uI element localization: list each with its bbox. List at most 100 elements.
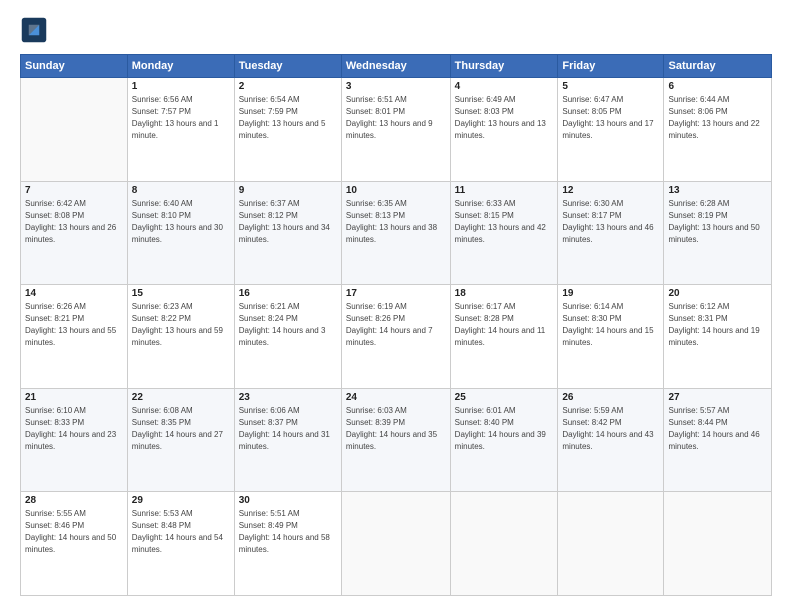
day-number: 23: [239, 392, 337, 403]
weekday-header-row: SundayMondayTuesdayWednesdayThursdayFrid…: [21, 55, 772, 78]
page: SundayMondayTuesdayWednesdayThursdayFrid…: [0, 0, 792, 612]
day-number: 19: [562, 288, 659, 299]
day-info: Sunrise: 6:01 AMSunset: 8:40 PMDaylight:…: [455, 405, 554, 453]
day-number: 5: [562, 81, 659, 92]
day-info: Sunrise: 6:03 AMSunset: 8:39 PMDaylight:…: [346, 405, 446, 453]
day-info: Sunrise: 6:44 AMSunset: 8:06 PMDaylight:…: [668, 94, 767, 142]
day-info: Sunrise: 6:17 AMSunset: 8:28 PMDaylight:…: [455, 301, 554, 349]
day-cell: 26 Sunrise: 5:59 AMSunset: 8:42 PMDayligh…: [558, 388, 664, 492]
day-number: 2: [239, 81, 337, 92]
weekday-header-thursday: Thursday: [450, 55, 558, 78]
day-info: Sunrise: 6:26 AMSunset: 8:21 PMDaylight:…: [25, 301, 123, 349]
day-info: Sunrise: 6:30 AMSunset: 8:17 PMDaylight:…: [562, 198, 659, 246]
day-cell: 24 Sunrise: 6:03 AMSunset: 8:39 PMDayligh…: [341, 388, 450, 492]
week-row-1: 1 Sunrise: 6:56 AMSunset: 7:57 PMDaylight…: [21, 78, 772, 182]
day-cell: 4Sunrise: 6:49 AMSunset: 8:03 PMDaylight…: [450, 78, 558, 182]
day-info: Sunrise: 5:59 AMSunset: 8:42 PMDaylight:…: [562, 405, 659, 453]
day-cell: 6 Sunrise: 6:44 AMSunset: 8:06 PMDaylight…: [664, 78, 772, 182]
day-number: 4: [455, 81, 554, 92]
day-number: 8: [132, 185, 230, 196]
day-info: Sunrise: 6:33 AMSunset: 8:15 PMDaylight:…: [455, 198, 554, 246]
day-info: Sunrise: 6:14 AMSunset: 8:30 PMDaylight:…: [562, 301, 659, 349]
weekday-header-sunday: Sunday: [21, 55, 128, 78]
day-cell: 29 Sunrise: 5:53 AMSunset: 8:48 PMDayligh…: [127, 492, 234, 596]
day-info: Sunrise: 6:35 AMSunset: 8:13 PMDaylight:…: [346, 198, 446, 246]
day-cell: 13Sunrise: 6:28 AMSunset: 8:19 PMDayligh…: [664, 181, 772, 285]
day-number: 12: [562, 185, 659, 196]
day-info: Sunrise: 6:40 AMSunset: 8:10 PMDaylight:…: [132, 198, 230, 246]
day-cell: 15 Sunrise: 6:23 AMSunset: 8:22 PMDayligh…: [127, 285, 234, 389]
weekday-header-tuesday: Tuesday: [234, 55, 341, 78]
day-cell: 2 Sunrise: 6:54 AMSunset: 7:59 PMDaylight…: [234, 78, 341, 182]
day-info: Sunrise: 6:56 AMSunset: 7:57 PMDaylight:…: [132, 94, 230, 142]
day-cell: 8 Sunrise: 6:40 AMSunset: 8:10 PMDaylight…: [127, 181, 234, 285]
day-cell: 18 Sunrise: 6:17 AMSunset: 8:28 PMDayligh…: [450, 285, 558, 389]
day-cell: 10Sunrise: 6:35 AMSunset: 8:13 PMDayligh…: [341, 181, 450, 285]
day-info: Sunrise: 5:53 AMSunset: 8:48 PMDaylight:…: [132, 508, 230, 556]
day-cell: 21 Sunrise: 6:10 AMSunset: 8:33 PMDayligh…: [21, 388, 128, 492]
day-number: 26: [562, 392, 659, 403]
day-number: 13: [668, 185, 767, 196]
day-number: 9: [239, 185, 337, 196]
day-cell: [664, 492, 772, 596]
day-number: 22: [132, 392, 230, 403]
day-cell: [558, 492, 664, 596]
day-number: 20: [668, 288, 767, 299]
day-info: Sunrise: 6:12 AMSunset: 8:31 PMDaylight:…: [668, 301, 767, 349]
day-cell: 17 Sunrise: 6:19 AMSunset: 8:26 PMDayligh…: [341, 285, 450, 389]
day-cell: 14 Sunrise: 6:26 AMSunset: 8:21 PMDayligh…: [21, 285, 128, 389]
weekday-header-friday: Friday: [558, 55, 664, 78]
calendar-table: SundayMondayTuesdayWednesdayThursdayFrid…: [20, 54, 772, 596]
day-number: 15: [132, 288, 230, 299]
day-cell: 7Sunrise: 6:42 AMSunset: 8:08 PMDaylight…: [21, 181, 128, 285]
day-info: Sunrise: 6:06 AMSunset: 8:37 PMDaylight:…: [239, 405, 337, 453]
week-row-4: 21 Sunrise: 6:10 AMSunset: 8:33 PMDayligh…: [21, 388, 772, 492]
day-cell: [341, 492, 450, 596]
day-info: Sunrise: 6:10 AMSunset: 8:33 PMDaylight:…: [25, 405, 123, 453]
day-cell: 27 Sunrise: 5:57 AMSunset: 8:44 PMDayligh…: [664, 388, 772, 492]
day-cell: 9 Sunrise: 6:37 AMSunset: 8:12 PMDaylight…: [234, 181, 341, 285]
day-number: 3: [346, 81, 446, 92]
logo: [20, 16, 52, 44]
day-info: Sunrise: 6:19 AMSunset: 8:26 PMDaylight:…: [346, 301, 446, 349]
day-number: 24: [346, 392, 446, 403]
day-info: Sunrise: 6:37 AMSunset: 8:12 PMDaylight:…: [239, 198, 337, 246]
day-info: Sunrise: 6:42 AMSunset: 8:08 PMDaylight:…: [25, 198, 123, 246]
day-cell: 30 Sunrise: 5:51 AMSunset: 8:49 PMDayligh…: [234, 492, 341, 596]
day-info: Sunrise: 5:55 AMSunset: 8:46 PMDaylight:…: [25, 508, 123, 556]
day-cell: 23 Sunrise: 6:06 AMSunset: 8:37 PMDayligh…: [234, 388, 341, 492]
day-cell: 5 Sunrise: 6:47 AMSunset: 8:05 PMDaylight…: [558, 78, 664, 182]
day-number: 29: [132, 495, 230, 506]
day-number: 16: [239, 288, 337, 299]
weekday-header-saturday: Saturday: [664, 55, 772, 78]
day-number: 11: [455, 185, 554, 196]
header: [20, 16, 772, 44]
day-number: 30: [239, 495, 337, 506]
day-number: 14: [25, 288, 123, 299]
day-number: 17: [346, 288, 446, 299]
day-cell: [450, 492, 558, 596]
week-row-2: 7Sunrise: 6:42 AMSunset: 8:08 PMDaylight…: [21, 181, 772, 285]
day-number: 18: [455, 288, 554, 299]
weekday-header-monday: Monday: [127, 55, 234, 78]
day-cell: 12 Sunrise: 6:30 AMSunset: 8:17 PMDayligh…: [558, 181, 664, 285]
day-info: Sunrise: 6:23 AMSunset: 8:22 PMDaylight:…: [132, 301, 230, 349]
day-number: 25: [455, 392, 554, 403]
day-number: 28: [25, 495, 123, 506]
day-info: Sunrise: 5:51 AMSunset: 8:49 PMDaylight:…: [239, 508, 337, 556]
day-number: 6: [668, 81, 767, 92]
weekday-header-wednesday: Wednesday: [341, 55, 450, 78]
day-number: 27: [668, 392, 767, 403]
day-info: Sunrise: 5:57 AMSunset: 8:44 PMDaylight:…: [668, 405, 767, 453]
day-info: Sunrise: 6:54 AMSunset: 7:59 PMDaylight:…: [239, 94, 337, 142]
day-number: 21: [25, 392, 123, 403]
week-row-5: 28 Sunrise: 5:55 AMSunset: 8:46 PMDayligh…: [21, 492, 772, 596]
day-info: Sunrise: 6:47 AMSunset: 8:05 PMDaylight:…: [562, 94, 659, 142]
day-cell: 3 Sunrise: 6:51 AMSunset: 8:01 PMDaylight…: [341, 78, 450, 182]
day-info: Sunrise: 6:51 AMSunset: 8:01 PMDaylight:…: [346, 94, 446, 142]
day-cell: 28 Sunrise: 5:55 AMSunset: 8:46 PMDayligh…: [21, 492, 128, 596]
day-cell: [21, 78, 128, 182]
logo-icon: [20, 16, 48, 44]
day-number: 1: [132, 81, 230, 92]
day-cell: 25 Sunrise: 6:01 AMSunset: 8:40 PMDayligh…: [450, 388, 558, 492]
